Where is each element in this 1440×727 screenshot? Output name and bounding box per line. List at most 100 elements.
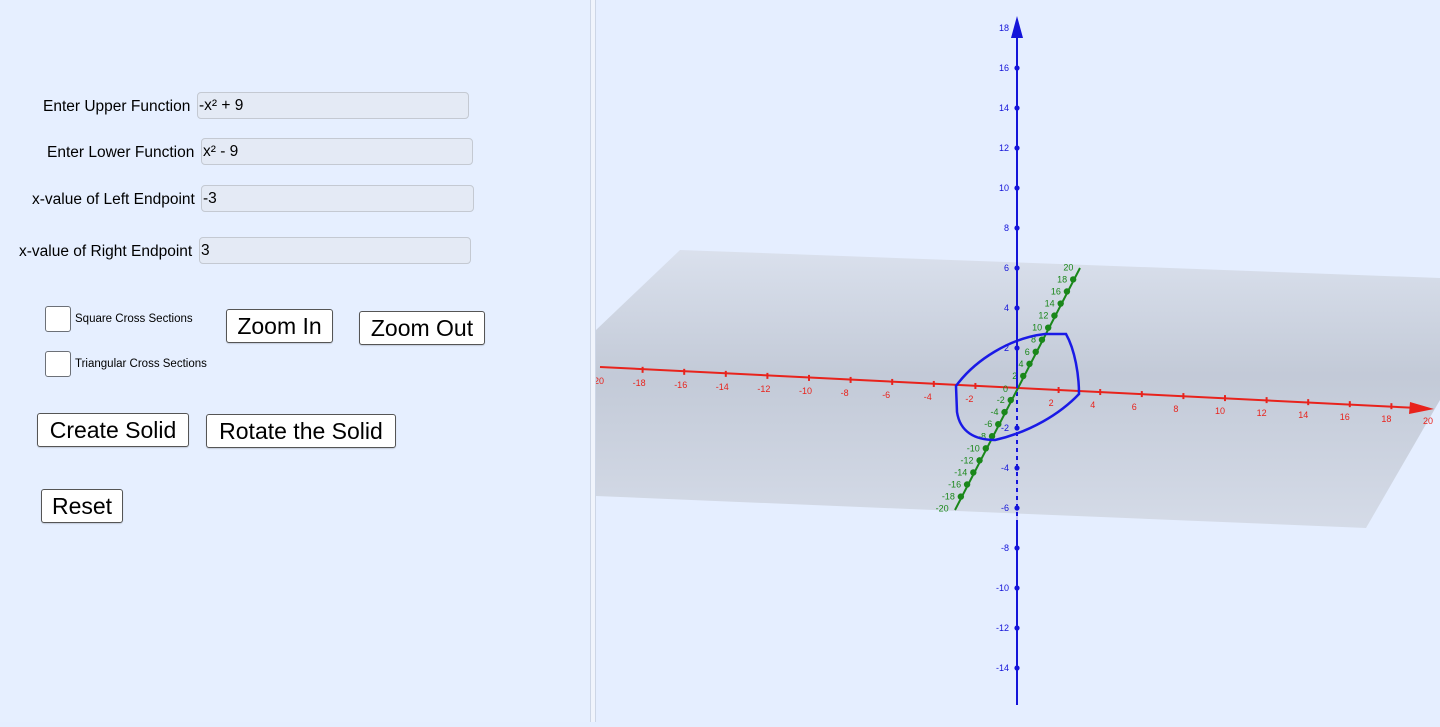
x-tick-label: 14 <box>1298 410 1308 420</box>
left-endpoint-label: x-value of Left Endpoint <box>32 191 195 208</box>
z-tick-label: -8 <box>1001 543 1009 553</box>
lower-function-label: Enter Lower Function <box>47 144 195 161</box>
zoom-out-button[interactable]: Zoom Out <box>359 311 485 345</box>
y-tick-label: 18 <box>1057 274 1067 284</box>
input-panel: Enter Upper Function -x² + 9 Enter Lower… <box>0 0 590 722</box>
y-tick-label: 6 <box>1025 347 1030 357</box>
y-tick-mark <box>1057 300 1064 307</box>
z-tick-label: -14 <box>996 663 1009 673</box>
y-tick-mark <box>1069 276 1077 283</box>
x-tick-label: -18 <box>633 378 646 388</box>
z-tick-mark <box>1014 505 1020 511</box>
z-tick-mark <box>1014 665 1020 671</box>
y-tick-mark <box>988 433 996 440</box>
z-tick-label: 12 <box>999 143 1009 153</box>
z-tick-mark <box>1014 65 1020 71</box>
y-tick-label: 16 <box>1051 286 1061 296</box>
z-tick-label: 4 <box>1004 303 1009 313</box>
square-cross-sections-checkbox[interactable] <box>45 306 71 332</box>
y-tick-label: -14 <box>954 467 967 477</box>
z-tick-label: 16 <box>999 63 1009 73</box>
z-tick-mark <box>1014 345 1020 351</box>
x-tick-label: 18 <box>1381 414 1391 424</box>
z-tick-label: -12 <box>996 623 1009 633</box>
3d-graph-canvas[interactable]: -14-12-10-8-6-4-2 -20-18-16-14-12-10-8-6… <box>591 0 1440 722</box>
y-tick-label: 20 <box>1063 262 1073 272</box>
z-tick-label: 2 <box>1004 343 1009 353</box>
right-endpoint-input[interactable]: 3 <box>199 237 471 264</box>
y-tick-label: -6 <box>984 419 992 429</box>
z-tick-mark <box>1014 425 1020 431</box>
y-tick-label: -18 <box>942 492 955 502</box>
y-tick-mark <box>982 445 989 452</box>
z-tick-label: 18 <box>999 23 1009 33</box>
graphics-3d-view[interactable]: -14-12-10-8-6-4-2 -20-18-16-14-12-10-8-6… <box>591 0 1440 722</box>
y-tick-label: -16 <box>948 480 961 490</box>
z-tick-mark <box>1014 25 1020 31</box>
x-tick-label: 12 <box>1257 408 1267 418</box>
rotate-solid-button[interactable]: Rotate the Solid <box>206 414 396 448</box>
y-tick-label: -12 <box>961 455 974 465</box>
x-tick-label: 10 <box>1215 406 1225 416</box>
z-tick-mark <box>1014 185 1020 191</box>
z-tick-label: 10 <box>999 183 1009 193</box>
y-tick-mark <box>976 457 983 464</box>
lower-function-input[interactable]: x² - 9 <box>201 138 473 165</box>
y-tick-label: 14 <box>1045 299 1055 309</box>
reset-button[interactable]: Reset <box>41 489 123 523</box>
z-tick-label: 6 <box>1004 263 1009 273</box>
y-tick-mark <box>1063 288 1071 295</box>
y-tick-mark <box>1020 372 1027 380</box>
triangular-cross-sections-checkbox[interactable] <box>45 351 71 377</box>
z-tick-mark <box>1014 265 1020 271</box>
x-tick-label: -20 <box>596 376 604 386</box>
upper-function-input[interactable]: -x² + 9 <box>197 92 469 119</box>
z-tick-mark <box>1014 465 1020 471</box>
y-tick-label: -10 <box>967 443 980 453</box>
triangular-cross-sections-row: Triangular Cross Sections <box>45 351 207 377</box>
y-tick-label: 4 <box>1018 359 1023 369</box>
z-tick-mark <box>1014 625 1020 631</box>
y-tick-mark <box>970 469 977 476</box>
z-tick-mark <box>1014 225 1020 231</box>
z-tick-label: -4 <box>1001 463 1009 473</box>
x-tick-label: -14 <box>716 382 729 392</box>
y-tick-mark <box>1051 312 1058 319</box>
x-tick-label: 20 <box>1423 416 1433 426</box>
y-tick-mark <box>995 420 1002 428</box>
x-tick-label: 6 <box>1132 402 1137 412</box>
triangular-cross-sections-label: Triangular Cross Sections <box>75 358 207 370</box>
y-tick-mark <box>963 481 971 488</box>
zoom-in-button[interactable]: Zoom In <box>226 309 333 343</box>
square-cross-sections-row: Square Cross Sections <box>45 306 193 332</box>
x-tick-label: 4 <box>1090 400 1095 410</box>
z-tick-mark <box>1014 545 1020 551</box>
left-endpoint-input[interactable]: -3 <box>201 185 474 212</box>
y-tick-mark <box>1001 408 1008 416</box>
x-tick-label: -16 <box>674 380 687 390</box>
y-tick-mark <box>1038 336 1046 343</box>
y-tick-label: 12 <box>1038 311 1048 321</box>
y-tick-label: -2 <box>997 395 1005 405</box>
y-tick-mark <box>1007 396 1014 404</box>
z-tick-mark <box>1014 105 1020 111</box>
x-tick-label: -6 <box>882 390 890 400</box>
z-tick-label: -10 <box>996 583 1009 593</box>
y-tick-label: 10 <box>1032 323 1042 333</box>
z-tick-label: 8 <box>1004 223 1009 233</box>
z-tick-mark <box>1014 305 1020 311</box>
create-solid-button[interactable]: Create Solid <box>37 413 189 447</box>
upper-function-label: Enter Upper Function <box>43 98 191 115</box>
origin-label: 0 <box>1003 384 1008 394</box>
y-tick-mark <box>957 493 965 500</box>
x-tick-label: -10 <box>799 386 812 396</box>
x-tick-label: 2 <box>1049 398 1054 408</box>
y-tick-mark <box>1026 360 1033 368</box>
z-tick-mark <box>1014 145 1020 151</box>
y-tick-label: -20 <box>936 504 949 514</box>
x-tick-label: -2 <box>965 394 973 404</box>
z-tick-label: 14 <box>999 103 1009 113</box>
z-tick-label: -6 <box>1001 503 1009 513</box>
x-tick-label: 8 <box>1173 404 1178 414</box>
x-tick-label: -4 <box>924 392 932 402</box>
